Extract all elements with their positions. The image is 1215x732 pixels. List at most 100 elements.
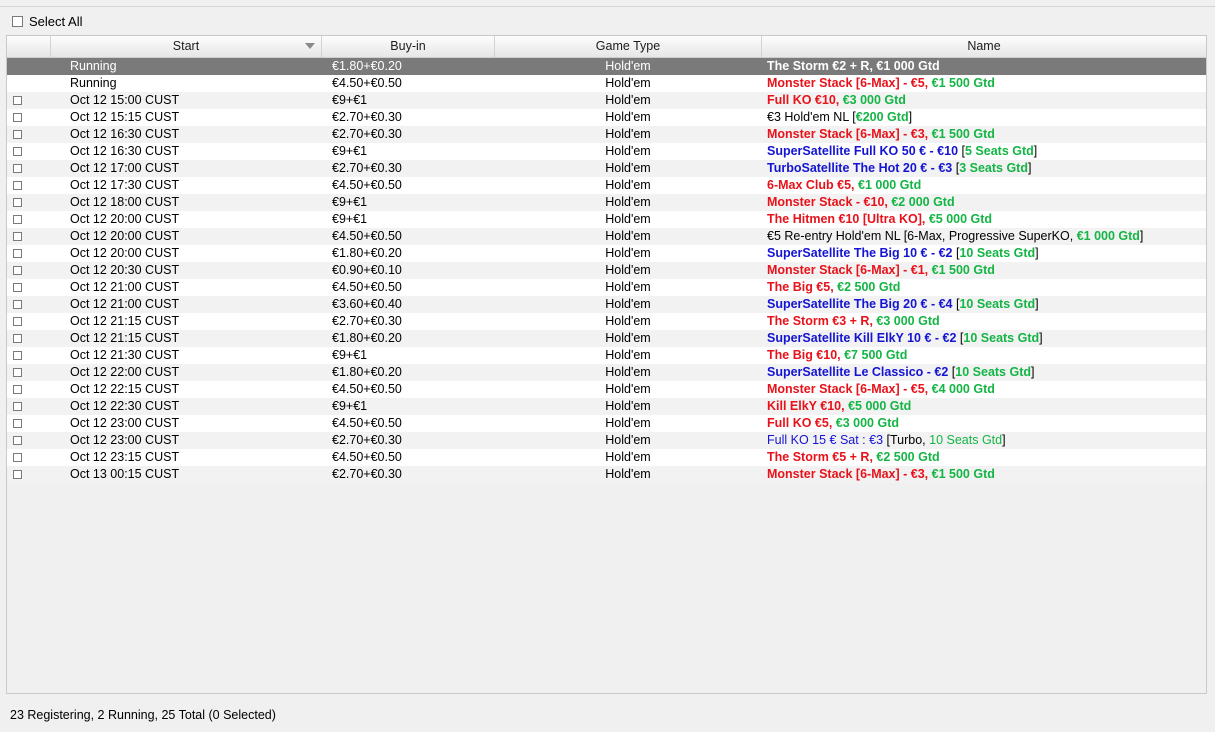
row-checkbox-cell[interactable] [13, 347, 23, 364]
row-checkbox-cell[interactable] [13, 313, 23, 330]
row-checkbox-cell[interactable] [13, 262, 23, 279]
cell-game-type: Hold'em [605, 178, 651, 192]
row-checkbox[interactable] [13, 232, 22, 241]
row-checkbox-cell[interactable] [13, 126, 23, 143]
cell-start: Running [70, 76, 117, 90]
row-checkbox[interactable] [13, 164, 22, 173]
table-row[interactable]: Oct 12 21:15 CUST €1.80+€0.20 Hold'em Super… [7, 330, 1206, 347]
name-segment: €200 Gtd [855, 110, 909, 124]
row-checkbox[interactable] [13, 147, 22, 156]
row-checkbox-cell[interactable] [13, 466, 23, 483]
cell-start: Oct 12 16:30 CUST [70, 127, 180, 141]
cell-start: Oct 12 22:00 CUST [70, 365, 180, 379]
table-row[interactable]: Running €4.50+€0.50 Hold'em Monster Stack [… [7, 75, 1206, 92]
table-row[interactable]: Oct 12 20:00 CUST €4.50+€0.50 Hold'em €5 Re… [7, 228, 1206, 245]
table-row[interactable]: Oct 13 00:15 CUST €2.70+€0.30 Hold'em Monst… [7, 466, 1206, 483]
row-checkbox-cell[interactable] [13, 449, 23, 466]
row-checkbox[interactable] [13, 266, 22, 275]
row-checkbox-cell[interactable] [13, 398, 23, 415]
cell-buyin: €9+€1 [332, 348, 368, 362]
row-checkbox-cell[interactable] [13, 92, 23, 109]
table-row[interactable]: Oct 12 17:00 CUST €2.70+€0.30 Hold'em Turbo… [7, 160, 1206, 177]
table-row[interactable]: Oct 12 20:30 CUST €0.90+€0.10 Hold'em Monst… [7, 262, 1206, 279]
cell-start: Oct 12 22:15 CUST [70, 382, 180, 396]
sort-descending-icon [305, 43, 315, 49]
row-checkbox[interactable] [13, 113, 22, 122]
row-checkbox-cell[interactable] [13, 109, 23, 126]
row-checkbox-cell[interactable] [13, 296, 23, 313]
name-segment: Monster Stack [6-Max] - €3, [767, 467, 932, 481]
table-row[interactable]: Oct 12 18:00 CUST €9+€1 Hold'em Monster Sta… [7, 194, 1206, 211]
table-row[interactable]: Oct 12 22:15 CUST €4.50+€0.50 Hold'em Monst… [7, 381, 1206, 398]
name-segment: 10 Seats Gtd [955, 365, 1032, 379]
header-start[interactable]: Start [51, 36, 322, 57]
header-buyin[interactable]: Buy-in [322, 36, 495, 57]
row-checkbox[interactable] [13, 453, 22, 462]
table-row[interactable]: Oct 12 21:15 CUST €2.70+€0.30 Hold'em The S… [7, 313, 1206, 330]
row-checkbox[interactable] [13, 130, 22, 139]
row-checkbox[interactable] [13, 215, 22, 224]
row-checkbox-cell[interactable] [13, 160, 23, 177]
row-checkbox[interactable] [13, 317, 22, 326]
header-name[interactable]: Name [762, 36, 1206, 57]
table-row[interactable]: Oct 12 20:00 CUST €1.80+€0.20 Hold'em Super… [7, 245, 1206, 262]
cell-buyin: €4.50+€0.50 [332, 416, 402, 430]
cell-start: Running [70, 59, 117, 73]
row-checkbox-cell[interactable] [13, 211, 23, 228]
row-checkbox[interactable] [13, 96, 22, 105]
row-checkbox[interactable] [13, 470, 22, 479]
table-row[interactable]: Oct 12 15:00 CUST €9+€1 Hold'em Full KO €10… [7, 92, 1206, 109]
row-checkbox[interactable] [13, 300, 22, 309]
cell-game-type: Hold'em [605, 263, 651, 277]
header-start-label: Start [172, 39, 200, 53]
row-checkbox-cell[interactable] [13, 228, 23, 245]
row-checkbox[interactable] [13, 368, 22, 377]
row-checkbox-cell[interactable] [13, 194, 23, 211]
row-checkbox[interactable] [13, 402, 22, 411]
table-row[interactable]: Oct 12 20:00 CUST €9+€1 Hold'em The Hitmen … [7, 211, 1206, 228]
cell-start: Oct 12 20:00 CUST [70, 246, 180, 260]
row-checkbox[interactable] [13, 283, 22, 292]
cell-start: Oct 12 23:00 CUST [70, 416, 180, 430]
header-checkbox-column[interactable] [7, 36, 51, 57]
row-checkbox[interactable] [13, 351, 22, 360]
row-checkbox-cell[interactable] [13, 177, 23, 194]
table-row[interactable]: Oct 12 17:30 CUST €4.50+€0.50 Hold'em 6-Max… [7, 177, 1206, 194]
table-row[interactable]: Oct 12 23:15 CUST €4.50+€0.50 Hold'em The S… [7, 449, 1206, 466]
cell-buyin: €4.50+€0.50 [332, 229, 402, 243]
table-row[interactable]: Oct 12 21:00 CUST €4.50+€0.50 Hold'em The B… [7, 279, 1206, 296]
row-checkbox[interactable] [13, 436, 22, 445]
table-row[interactable]: Oct 12 22:00 CUST €1.80+€0.20 Hold'em Super… [7, 364, 1206, 381]
cell-buyin: €0.90+€0.10 [332, 263, 402, 277]
row-checkbox-cell[interactable] [13, 143, 23, 160]
row-checkbox-cell[interactable] [13, 245, 23, 262]
table-row[interactable]: Running €1.80+€0.20 Hold'em The Storm €2 + … [7, 58, 1206, 75]
table-row[interactable]: Oct 12 21:30 CUST €9+€1 Hold'em The Big €10… [7, 347, 1206, 364]
name-segment: Full KO €10, [767, 93, 843, 107]
row-checkbox[interactable] [13, 181, 22, 190]
row-checkbox[interactable] [13, 419, 22, 428]
table-row[interactable]: Oct 12 22:30 CUST €9+€1 Hold'em Kill ElkY €… [7, 398, 1206, 415]
row-checkbox-cell[interactable] [13, 432, 23, 449]
table-row[interactable]: Oct 12 16:30 CUST €2.70+€0.30 Hold'em Monst… [7, 126, 1206, 143]
cell-name: The Hitmen €10 [Ultra KO], €5 000 Gtd [767, 211, 1207, 228]
name-segment: €1 500 Gtd [931, 467, 995, 481]
table-row[interactable]: Oct 12 15:15 CUST €2.70+€0.30 Hold'em €3 Ho… [7, 109, 1206, 126]
row-checkbox-cell[interactable] [13, 381, 23, 398]
row-checkbox[interactable] [13, 334, 22, 343]
select-all-checkbox[interactable] [12, 15, 23, 27]
table-row[interactable]: Oct 12 23:00 CUST €4.50+€0.50 Hold'em Full … [7, 415, 1206, 432]
table-row[interactable]: Oct 12 21:00 CUST €3.60+€0.40 Hold'em Super… [7, 296, 1206, 313]
row-checkbox-cell[interactable] [13, 279, 23, 296]
row-checkbox[interactable] [13, 249, 22, 258]
row-checkbox-cell[interactable] [13, 415, 23, 432]
table-row[interactable]: Oct 12 23:00 CUST €2.70+€0.30 Hold'em Full … [7, 432, 1206, 449]
select-all-control[interactable]: Select All [12, 13, 82, 29]
row-checkbox[interactable] [13, 198, 22, 207]
row-checkbox[interactable] [13, 385, 22, 394]
row-checkbox-cell[interactable] [13, 330, 23, 347]
row-checkbox-cell[interactable] [13, 364, 23, 381]
header-game-type[interactable]: Game Type [495, 36, 762, 57]
table-row[interactable]: Oct 12 16:30 CUST €9+€1 Hold'em SuperSatell… [7, 143, 1206, 160]
cell-start: Oct 12 15:15 CUST [70, 110, 180, 124]
